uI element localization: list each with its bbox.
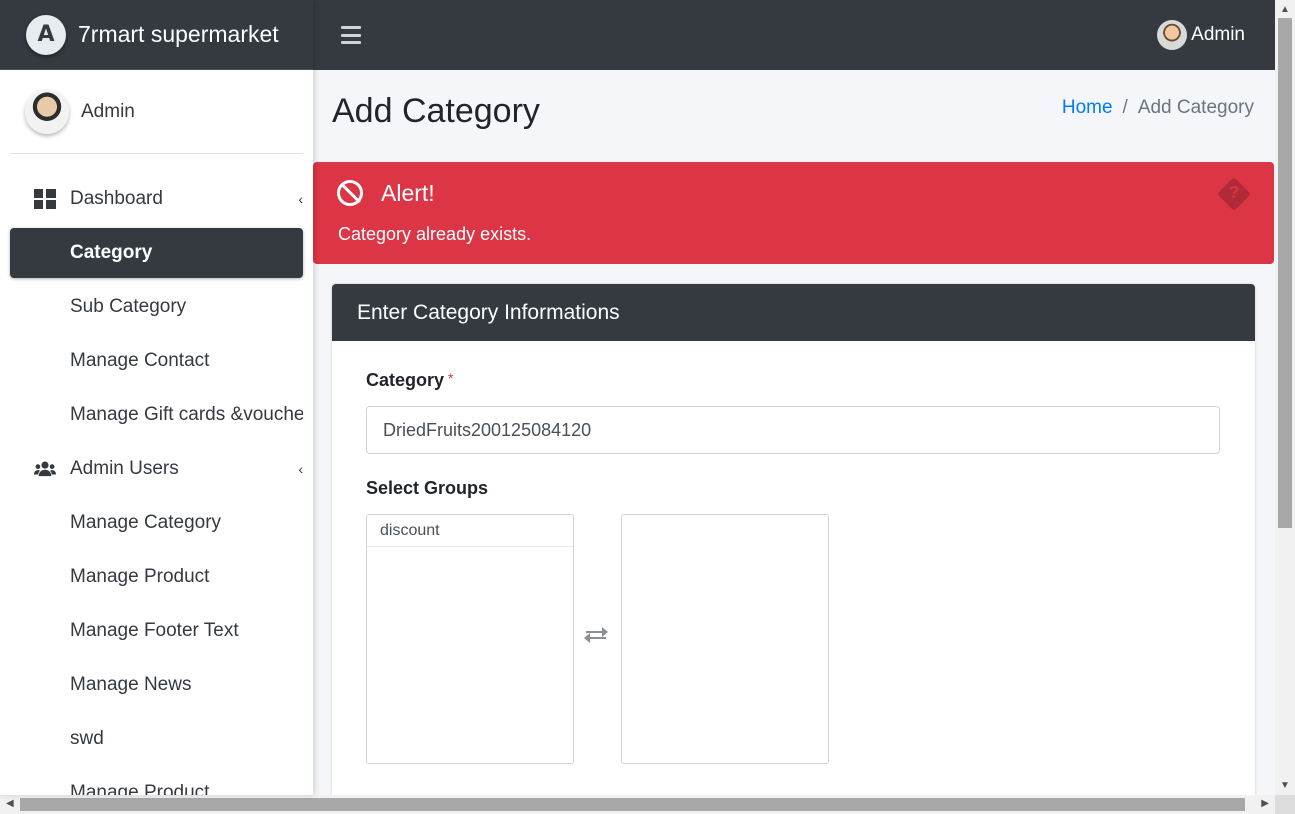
category-form-card: Enter Category Informations Category* Se…: [332, 284, 1255, 795]
scroll-down-icon[interactable]: ▼: [1280, 780, 1290, 791]
brand-name: 7rmart supermarket: [78, 21, 279, 47]
transfer-arrows-icon[interactable]: [582, 624, 610, 646]
breadcrumb-home-link[interactable]: Home: [1062, 97, 1113, 119]
page-title: Add Category: [332, 92, 540, 130]
select-groups-label: Select Groups: [366, 478, 489, 498]
sidebar-item-manage-contact[interactable]: Manage Contact: [10, 334, 303, 388]
brand-logo-letter: A: [37, 22, 55, 47]
users-icon: [34, 458, 56, 480]
sidebar-item-manage-news[interactable]: Manage News: [10, 658, 303, 712]
content-header: Add Category Home / Add Category: [313, 70, 1275, 162]
sidebar-item-admin-users[interactable]: Admin Users ‹: [10, 442, 303, 496]
sidebar-item-label: Manage Category: [70, 512, 222, 533]
brand-logo: A: [26, 14, 66, 55]
sidebar-item-label: Manage Contact: [70, 350, 210, 371]
sidebar-item-label: Manage Gift cards &vouchers: [70, 404, 303, 425]
sidebar-item-sub-category[interactable]: Sub Category: [10, 280, 303, 334]
sidebar-item-gift-cards[interactable]: Manage Gift cards &vouchers: [10, 388, 303, 442]
scroll-right-icon[interactable]: ▶: [1261, 798, 1269, 809]
sidebar-item-category[interactable]: Category: [10, 228, 303, 278]
breadcrumb: Home / Add Category: [1062, 97, 1254, 119]
card-title: Enter Category Informations: [332, 284, 1255, 341]
sidebar-item-manage-product[interactable]: Manage Product: [10, 550, 303, 604]
error-alert: Alert! Category already exists. ?: [313, 162, 1274, 264]
sidebar-item-label: Admin Users: [70, 458, 179, 479]
sidebar-item-manage-category[interactable]: Manage Category: [10, 496, 303, 550]
breadcrumb-current: Add Category: [1137, 97, 1254, 118]
sidebar-item-label: Sub Category: [70, 296, 187, 317]
hamburger-menu-icon[interactable]: [341, 26, 361, 44]
category-input[interactable]: [366, 406, 1220, 454]
sidebar-item-label: Manage Footer Text: [70, 620, 239, 641]
sidebar-item-label: Dashboard: [70, 188, 163, 209]
category-label-text: Category: [366, 370, 445, 390]
alert-title: Alert!: [381, 180, 435, 206]
sidebar-user-name[interactable]: Admin: [81, 101, 135, 123]
scrollbar-corner: [1275, 795, 1295, 814]
avatar: [25, 89, 69, 134]
top-navbar: Admin: [313, 0, 1275, 70]
scroll-up-icon[interactable]: ▲: [1280, 4, 1290, 15]
brand-link[interactable]: A 7rmart supermarket: [0, 0, 313, 70]
scrollbar-thumb[interactable]: [20, 798, 1245, 811]
user-panel[interactable]: Admin: [10, 70, 303, 154]
sidebar-item-label: Manage Product: [70, 782, 210, 795]
selected-groups-list[interactable]: [621, 514, 829, 764]
sidebar-item-label: Category: [70, 242, 153, 263]
dashboard-icon: [34, 188, 56, 210]
list-item[interactable]: discount: [367, 515, 573, 547]
ban-icon: [337, 180, 363, 206]
alert-dismiss-icon[interactable]: ?: [1217, 177, 1251, 211]
sidebar-item-manage-product-2[interactable]: Manage Product: [10, 766, 303, 795]
top-user-name[interactable]: Admin: [1191, 24, 1245, 46]
sidebar-item-manage-footer-text[interactable]: Manage Footer Text: [10, 604, 303, 658]
vertical-scrollbar[interactable]: ▲ ▼: [1275, 0, 1295, 795]
scroll-left-icon[interactable]: ◀: [6, 798, 14, 809]
avatar: [1157, 20, 1188, 50]
chevron-left-icon: ‹: [298, 191, 303, 207]
sidebar-item-label: Manage News: [70, 674, 192, 695]
sidebar: A 7rmart supermarket Admin Dashboard ‹ C…: [0, 0, 313, 795]
sidebar-item-dashboard[interactable]: Dashboard ‹: [10, 172, 303, 226]
chevron-left-icon: ‹: [298, 461, 303, 477]
breadcrumb-separator: /: [1122, 97, 1128, 118]
sidebar-item-label: Manage Product: [70, 566, 210, 587]
category-label: Category *: [366, 370, 453, 391]
content-wrapper: Add Category Home / Add Category Alert! …: [313, 70, 1275, 795]
sidebar-nav: Dashboard ‹ Category Sub Category Manage…: [0, 172, 313, 795]
alert-message: Category already exists.: [338, 224, 532, 244]
scrollbar-thumb[interactable]: [1278, 18, 1292, 528]
sidebar-item-label: swd: [70, 728, 104, 749]
horizontal-scrollbar[interactable]: ◀ ▶: [0, 795, 1275, 814]
user-menu[interactable]: Admin: [1157, 20, 1245, 50]
required-mark: *: [448, 370, 454, 386]
available-groups-list[interactable]: discount: [366, 514, 574, 764]
sidebar-item-swd[interactable]: swd: [10, 712, 303, 766]
